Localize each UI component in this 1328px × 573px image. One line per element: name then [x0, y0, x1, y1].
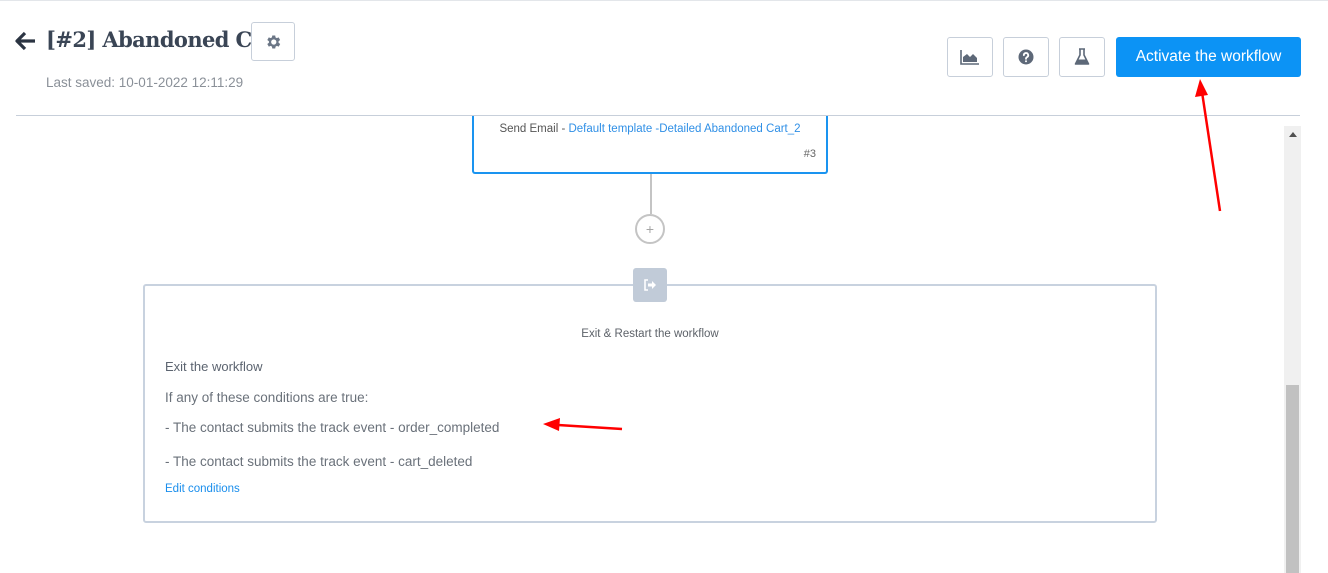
add-step-button[interactable]: +: [635, 214, 665, 244]
workflow-canvas: Send Email - Default template -Detailed …: [0, 116, 1284, 573]
back-button[interactable]: [15, 30, 37, 52]
statistics-button[interactable]: [947, 37, 993, 77]
last-saved-text: Last saved: 10-01-2022 12:11:29: [46, 75, 244, 90]
email-node-text: Send Email - Default template -Detailed …: [474, 123, 826, 135]
exit-block-icon: [633, 268, 667, 302]
send-email-node[interactable]: Send Email - Default template -Detailed …: [472, 116, 828, 174]
workflow-header: [#2] Abandoned Cart Last saved: 10-01-20…: [0, 0, 1328, 116]
plus-icon: +: [645, 221, 655, 237]
caret-up-icon: [1288, 131, 1297, 137]
area-chart-icon: [960, 50, 979, 65]
sign-out-icon: [644, 279, 656, 291]
exit-subheading: Exit the workflow: [165, 359, 263, 374]
arrow-left-icon: [15, 31, 35, 51]
question-circle-icon: [1018, 49, 1034, 65]
exit-heading: Exit & Restart the workflow: [581, 328, 719, 340]
test-button[interactable]: [1059, 37, 1105, 77]
settings-button[interactable]: [251, 22, 295, 61]
scroll-thumb[interactable]: [1286, 385, 1299, 573]
email-template-link[interactable]: Default template -Detailed Abandoned Car…: [568, 123, 800, 135]
gear-icon: [267, 34, 281, 49]
vertical-scrollbar[interactable]: [1284, 126, 1301, 573]
scroll-up-button[interactable]: [1284, 126, 1301, 142]
flask-icon: [1074, 48, 1090, 65]
condition-item: - The contact submits the track event - …: [165, 454, 473, 469]
node-number: #3: [803, 148, 816, 160]
activate-workflow-button[interactable]: Activate the workflow: [1116, 37, 1301, 77]
help-button[interactable]: [1003, 37, 1049, 77]
email-action-label: Send Email -: [499, 123, 569, 135]
edit-conditions-link[interactable]: Edit conditions: [165, 483, 240, 495]
page-title: [#2] Abandoned Cart: [46, 27, 285, 52]
condition-item: - The contact submits the track event - …: [165, 420, 500, 435]
connector-line: [650, 174, 652, 214]
exit-restart-block[interactable]: Exit & Restart the workflow Exit the wor…: [143, 284, 1157, 523]
conditions-intro: If any of these conditions are true:: [165, 390, 369, 405]
